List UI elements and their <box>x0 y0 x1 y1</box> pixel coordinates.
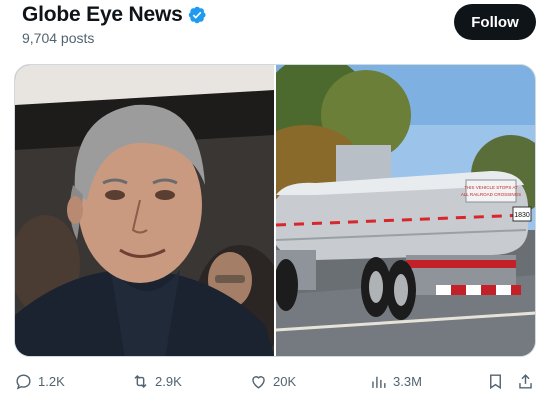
views-count: 3.3M <box>393 373 422 389</box>
like-button[interactable]: 20K <box>249 366 296 396</box>
bookmark-button[interactable] <box>486 366 505 396</box>
heart-icon <box>252 375 265 389</box>
follow-button[interactable]: Follow <box>454 4 536 40</box>
reply-count: 1.2K <box>38 373 65 389</box>
bookmark-icon <box>490 373 501 389</box>
share-icon <box>519 373 532 389</box>
repost-icon <box>134 374 147 388</box>
author-display-name[interactable]: Globe Eye News <box>22 3 183 27</box>
post-actions-bar: 1.2K 2.9K 20K 3.3M <box>0 366 548 396</box>
tank-sign-text: THIS VEHICLE STOPS AT <box>464 185 518 190</box>
posts-count: 9,704 posts <box>22 30 95 46</box>
repost-count: 2.9K <box>155 373 182 389</box>
post-header: Globe Eye News 9,704 posts Follow <box>0 0 548 56</box>
views-chart-icon <box>372 376 386 388</box>
media-image-left[interactable] <box>15 65 274 356</box>
views-button[interactable]: 3.3M <box>369 366 422 396</box>
placard-number: 1830 <box>514 212 530 219</box>
verified-badge-icon <box>188 6 206 24</box>
repost-button[interactable]: 2.9K <box>131 366 182 396</box>
reply-icon <box>16 373 31 390</box>
svg-text:ALL RAILROAD CROSSINGS: ALL RAILROAD CROSSINGS <box>461 192 521 197</box>
reply-button[interactable]: 1.2K <box>14 366 65 396</box>
share-button[interactable] <box>516 366 535 396</box>
like-count: 20K <box>273 373 297 389</box>
tanker-truck-image: THIS VEHICLE STOPS AT ALL RAILROAD CROSS… <box>276 65 535 356</box>
media-image-right[interactable]: THIS VEHICLE STOPS AT ALL RAILROAD CROSS… <box>276 65 535 356</box>
author-name-row[interactable]: Globe Eye News <box>22 3 207 27</box>
media-grid: THIS VEHICLE STOPS AT ALL RAILROAD CROSS… <box>14 64 536 357</box>
man-portrait-image <box>15 65 274 356</box>
